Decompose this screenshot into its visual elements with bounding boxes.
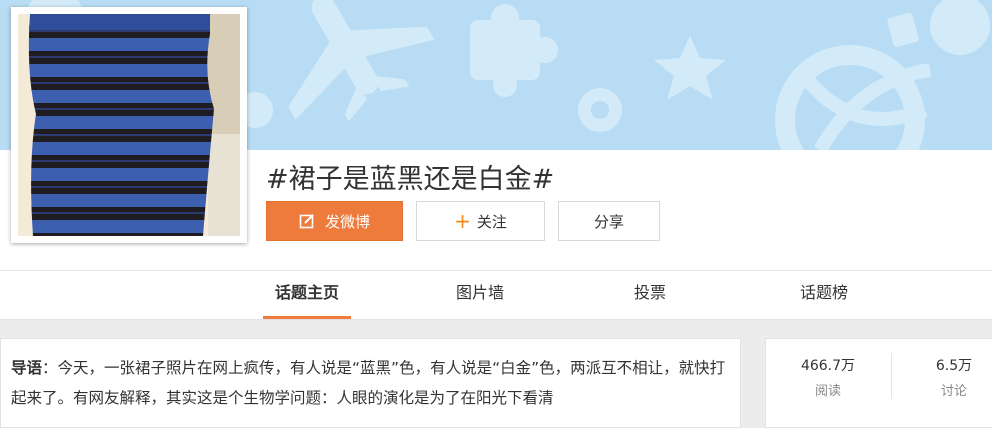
tab-topic-ranking[interactable]: 话题榜 bbox=[780, 271, 868, 319]
stat-divider bbox=[891, 353, 892, 399]
intro-label: 导语 bbox=[11, 359, 43, 377]
tab-picture-wall[interactable]: 图片墙 bbox=[436, 271, 524, 319]
topic-intro: 导语：今天，一张裙子照片在网上疯传，有人说是“蓝黑”色，有人说是“白金”色，两派… bbox=[0, 338, 741, 428]
stat-discussions: 6.5万 讨论 bbox=[909, 355, 992, 399]
stat-discussions-label: 讨论 bbox=[940, 384, 967, 399]
topic-title: #裙子是蓝黑还是白金# bbox=[266, 164, 555, 195]
intro-text: ：今天，一张裙子照片在网上疯传，有人说是“蓝黑”色，有人说是“白金”色，两派互不… bbox=[11, 359, 726, 407]
puzzle-icon bbox=[470, 4, 558, 97]
post-weibo-button[interactable]: 发微博 bbox=[266, 201, 403, 241]
airplane-icon bbox=[288, 0, 435, 122]
topic-tabs: 话题主页 图片墙 投票 话题榜 bbox=[0, 270, 992, 320]
stat-reads: 466.7万 阅读 bbox=[783, 355, 873, 399]
dress-photo bbox=[18, 14, 240, 236]
tab-topic-home[interactable]: 话题主页 bbox=[263, 271, 351, 319]
post-weibo-label: 发微博 bbox=[324, 212, 370, 231]
follow-label: 关注 bbox=[476, 212, 507, 231]
tab-vote[interactable]: 投票 bbox=[610, 271, 690, 319]
topic-avatar bbox=[11, 7, 247, 243]
share-label: 分享 bbox=[593, 212, 624, 231]
stat-reads-label: 阅读 bbox=[814, 384, 841, 399]
aries-icon bbox=[930, 0, 990, 55]
share-button[interactable]: 分享 bbox=[558, 201, 660, 241]
edit-icon bbox=[299, 213, 315, 229]
stat-reads-value: 466.7万 bbox=[800, 358, 856, 374]
follow-button[interactable]: + 关注 bbox=[416, 201, 545, 241]
film-icon bbox=[887, 12, 919, 48]
star-icon bbox=[654, 35, 726, 100]
plus-icon: + bbox=[454, 209, 471, 233]
stat-discussions-value: 6.5万 bbox=[935, 358, 973, 374]
topic-stats: 466.7万 阅读 6.5万 讨论 bbox=[765, 338, 992, 428]
